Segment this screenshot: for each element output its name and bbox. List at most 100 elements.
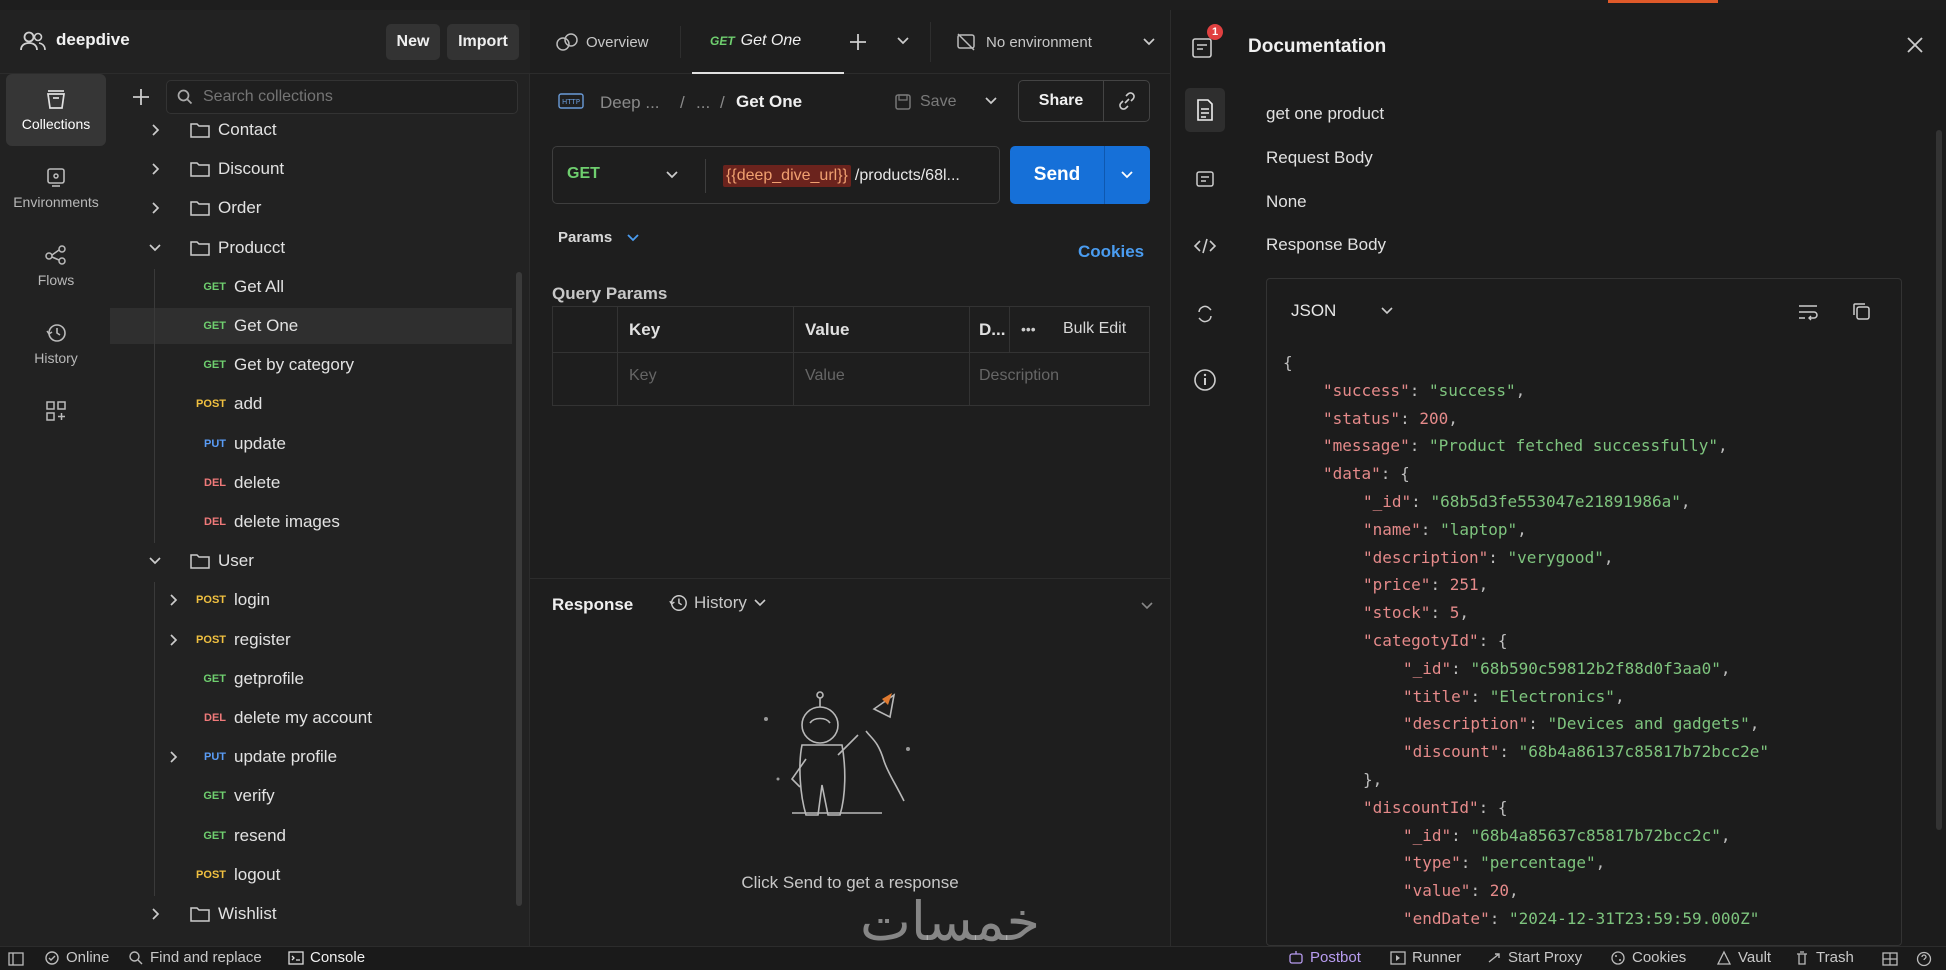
json-token: "Devices and gadgets" (1547, 714, 1750, 734)
json-token: 20 (1489, 881, 1509, 901)
request-item[interactable]: POST login (110, 582, 512, 618)
rail-history[interactable]: History (6, 308, 106, 380)
new-tab-icon[interactable] (848, 32, 868, 52)
collapse-response-icon[interactable] (1140, 601, 1154, 611)
request-item[interactable]: PUT update profile (110, 739, 512, 775)
response-history-dropdown[interactable]: History (668, 593, 767, 613)
folder-producct[interactable]: Producct (110, 230, 512, 266)
request-label: update profile (234, 747, 338, 767)
trash-button[interactable]: Trash (1794, 949, 1854, 966)
rail-collections[interactable]: Collections (6, 74, 106, 146)
chevron-right-icon[interactable] (148, 162, 162, 176)
folder-wishlist[interactable]: Wishlist (110, 896, 512, 932)
request-item[interactable]: POST logout (110, 857, 512, 893)
request-item[interactable]: GET verify (110, 778, 512, 814)
request-item[interactable]: GET Get One (110, 308, 512, 344)
related-requests-icon[interactable] (1195, 304, 1215, 324)
request-item[interactable]: PUT update (110, 426, 512, 462)
postbot-button[interactable]: Postbot (1288, 949, 1361, 966)
breadcrumb-collection[interactable]: Deep ... (600, 93, 660, 113)
doc-scrollbar[interactable] (1936, 130, 1942, 830)
console-button[interactable]: Console (288, 949, 365, 966)
json-line: "value": 20, (1403, 881, 1519, 900)
tabs-dropdown-icon[interactable] (896, 36, 910, 46)
folder-order[interactable]: Order (110, 190, 512, 226)
documentation-tab[interactable] (1185, 88, 1225, 132)
toggle-sidebar-icon[interactable] (8, 951, 24, 967)
tab-overview[interactable]: Overview (530, 10, 680, 74)
request-item[interactable]: GET getprofile (110, 661, 512, 697)
request-item[interactable]: DEL delete (110, 465, 512, 501)
request-item[interactable]: GET Get All (110, 269, 512, 305)
vault-button[interactable]: Vault (1716, 949, 1771, 966)
save-button[interactable]: Save (894, 88, 956, 116)
environment-selector[interactable]: No environment (956, 10, 1156, 74)
chevron-right-icon[interactable] (148, 201, 162, 215)
request-item[interactable]: POST add (110, 386, 512, 422)
code-icon[interactable] (1193, 238, 1217, 254)
request-item[interactable]: GET Get by category (110, 347, 512, 383)
cookies-button[interactable]: Cookies (1610, 949, 1686, 966)
folder-user[interactable]: User (110, 543, 512, 579)
request-item[interactable]: DEL delete images (110, 504, 512, 540)
wrap-lines-icon[interactable] (1797, 303, 1819, 321)
request-description: get one product (1266, 104, 1385, 123)
search-collections-box[interactable] (166, 80, 518, 114)
rail-flows[interactable]: Flows (6, 230, 106, 302)
send-dropdown-icon[interactable] (1120, 170, 1134, 180)
json-token: : (1430, 575, 1450, 595)
folder-label: Wishlist (218, 904, 277, 923)
add-collection-icon[interactable] (132, 88, 150, 106)
url-input[interactable]: {{deep_dive_url}} /products/68l... (723, 161, 993, 191)
tab-get-one[interactable]: GET Get One (692, 10, 844, 74)
request-item[interactable]: GET resend (110, 818, 512, 854)
folder-discount[interactable]: Discount (110, 151, 512, 187)
runner-button[interactable]: Runner (1390, 949, 1461, 966)
format-dropdown[interactable]: JSON (1291, 301, 1394, 321)
chevron-down-icon[interactable] (148, 554, 162, 568)
tab-overview-label: Overview (586, 33, 649, 51)
comments-icon[interactable] (1195, 170, 1215, 190)
chevron-down-icon[interactable] (148, 241, 162, 255)
param-description-input[interactable]: Description (979, 367, 1059, 385)
json-token: "success" (1323, 380, 1410, 400)
send-button[interactable]: Send (1010, 146, 1104, 204)
save-dropdown-icon[interactable] (984, 96, 998, 106)
more-options-icon[interactable]: ••• (1021, 321, 1036, 337)
chevron-right-icon[interactable] (148, 123, 162, 137)
method-select[interactable]: GET (567, 165, 600, 183)
cookies-link[interactable]: Cookies (1078, 242, 1144, 262)
cookies-label: Cookies (1632, 949, 1687, 966)
workspace-name[interactable]: deepdive (56, 30, 130, 50)
rail-apps[interactable] (6, 386, 106, 436)
json-token: : (1451, 658, 1471, 678)
online-status[interactable]: Online (44, 949, 109, 966)
request-item[interactable]: POST register (110, 622, 512, 658)
new-button[interactable]: New (386, 24, 440, 60)
layout-icon[interactable] (1882, 951, 1898, 967)
chevron-right-icon[interactable] (148, 907, 162, 921)
start-proxy-button[interactable]: Start Proxy (1486, 949, 1582, 966)
params-dropdown[interactable]: Params (558, 229, 640, 246)
close-icon[interactable] (1906, 36, 1924, 54)
folder-contact[interactable]: Contact (110, 112, 512, 148)
copy-icon[interactable] (1851, 301, 1871, 321)
request-item[interactable]: DEL delete my account (110, 700, 512, 736)
method-chevron-icon[interactable] (665, 170, 679, 180)
help-icon[interactable] (1916, 951, 1932, 967)
search-collections-input[interactable] (203, 85, 503, 109)
tab-divider (680, 26, 681, 58)
param-value-input[interactable]: Value (805, 367, 845, 385)
info-icon[interactable] (1193, 368, 1217, 392)
share-button[interactable]: Share (1019, 81, 1103, 121)
copy-link-icon[interactable] (1117, 91, 1137, 111)
bulk-edit-button[interactable]: Bulk Edit (1063, 320, 1126, 338)
find-replace-button[interactable]: Find and replace (128, 949, 262, 966)
param-key-input[interactable]: Key (629, 367, 657, 385)
import-button[interactable]: Import (447, 24, 519, 60)
sidebar-scrollbar[interactable] (516, 272, 522, 906)
request-overview-icon[interactable] (1191, 36, 1215, 60)
response-heading: Response (552, 595, 634, 614)
rail-environments[interactable]: Environments (6, 152, 106, 224)
breadcrumb-ellipsis[interactable]: ... (696, 93, 710, 113)
